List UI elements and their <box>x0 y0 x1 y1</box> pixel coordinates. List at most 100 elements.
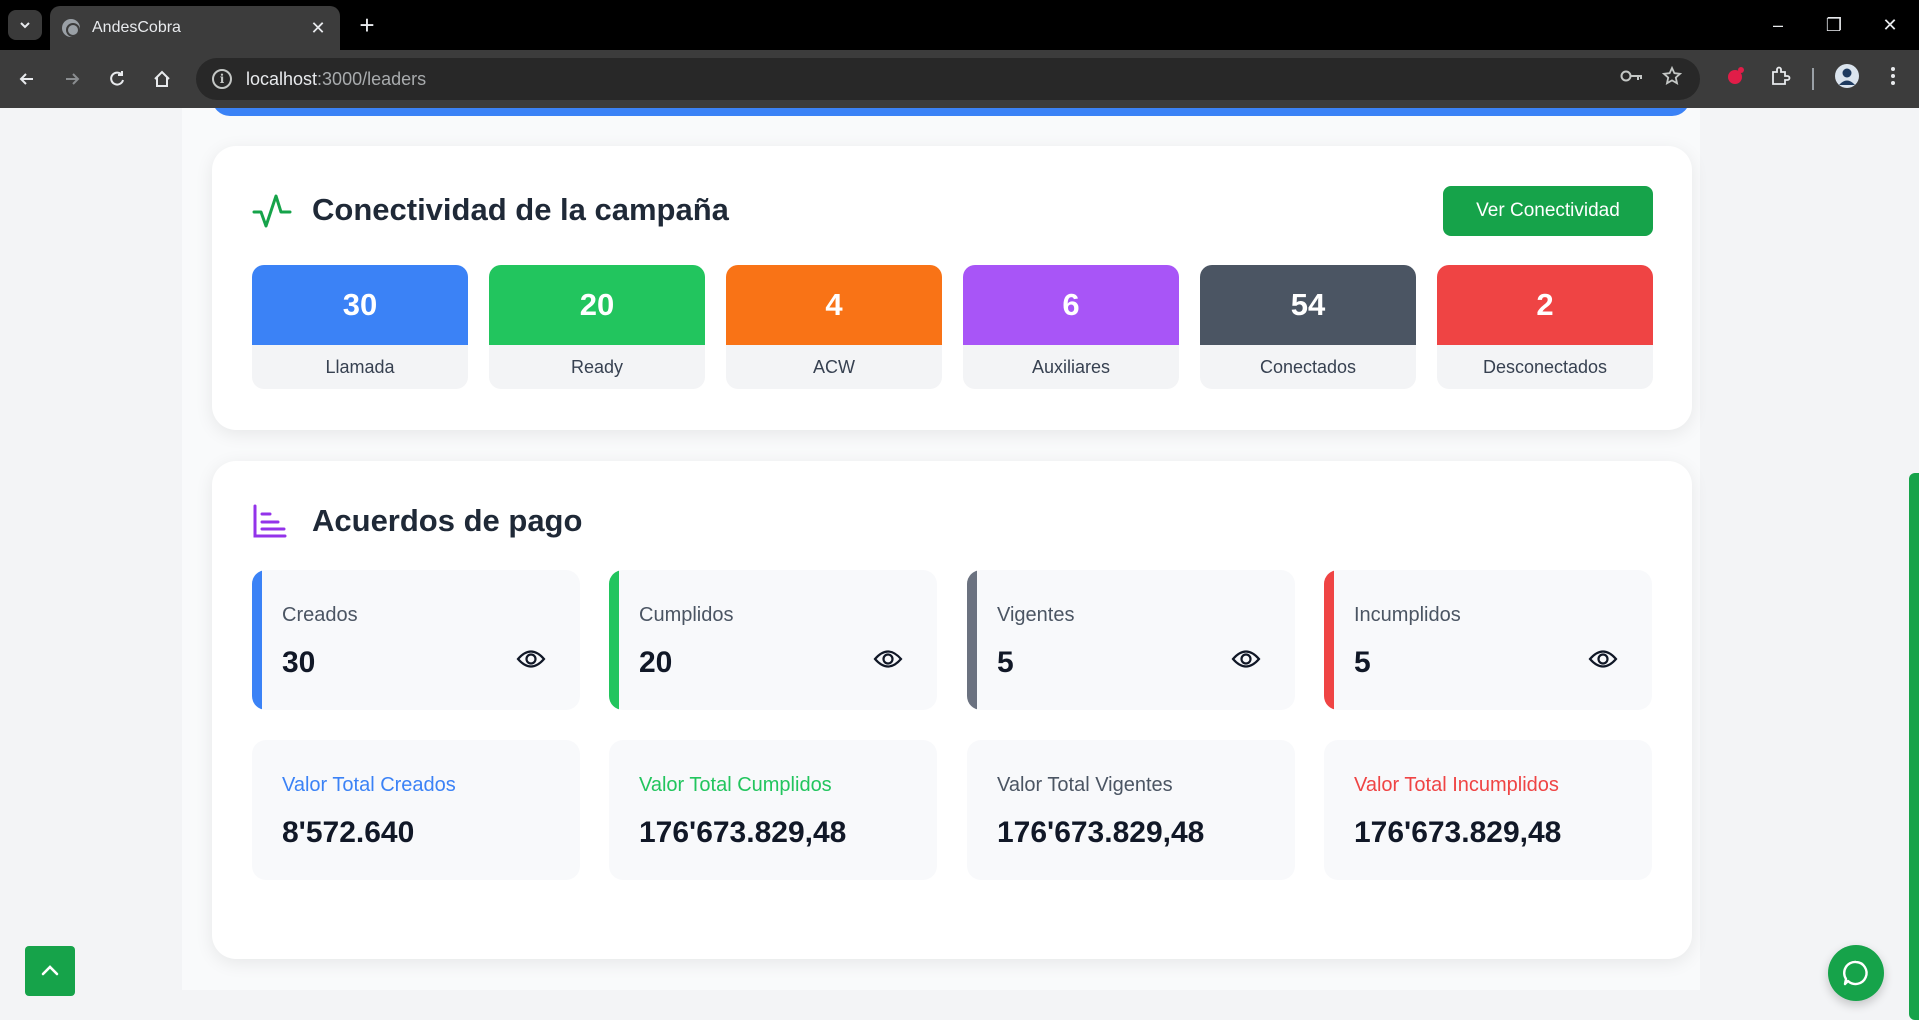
agreement-card-creados: Creados 30 <box>252 570 580 710</box>
new-tab-button[interactable]: + <box>352 10 382 40</box>
chat-bubble-icon <box>1843 960 1868 986</box>
browser-toolbar: i localhost:3000/leaders <box>0 50 1919 108</box>
stat-label: Desconectados <box>1482 356 1608 377</box>
total-value: 8'572.640 <box>282 816 415 849</box>
address-bar[interactable]: i localhost:3000/leaders <box>196 58 1700 100</box>
total-card-cumplidos: Valor Total Cumplidos 176'673.829,48 <box>609 740 937 880</box>
agreement-label: Cumplidos <box>639 604 734 626</box>
extension-record-icon <box>1728 67 1744 84</box>
reload-button[interactable] <box>102 64 132 94</box>
accent-bar <box>609 570 619 710</box>
stat-value: 2 <box>1437 265 1653 345</box>
star-icon <box>1662 66 1682 85</box>
extensions-menu-button[interactable] <box>1765 61 1795 91</box>
password-key-button[interactable] <box>1617 61 1647 91</box>
chat-button[interactable] <box>1828 945 1884 1001</box>
scroll-to-top-button[interactable] <box>25 946 75 996</box>
page-scrollbar[interactable] <box>1909 473 1919 1020</box>
accent-bar <box>252 570 262 710</box>
stat-label: Ready <box>570 356 624 377</box>
stat-label: Llamada <box>325 356 395 377</box>
total-label: Valor Total Creados <box>282 774 456 796</box>
home-icon <box>154 70 170 87</box>
chevron-down-icon <box>20 22 30 29</box>
close-window-button[interactable]: ✕ <box>1870 10 1910 40</box>
browser-tab[interactable]: AndesCobra ✕ <box>50 6 340 50</box>
header-banner-edge <box>212 108 1690 116</box>
stat-value: 20 <box>489 265 705 345</box>
total-value: 176'673.829,48 <box>1354 816 1562 849</box>
home-button[interactable] <box>147 64 177 94</box>
payment-agreements-card: Acuerdos de pago Creados 30 Cumplidos 20… <box>212 461 1692 959</box>
stat-value: 4 <box>726 265 942 345</box>
agreement-card-incumplidos: Incumplidos 5 <box>1324 570 1652 710</box>
tab-close-button[interactable]: ✕ <box>308 18 328 39</box>
key-icon <box>1620 70 1642 82</box>
tab-search-button[interactable] <box>8 10 42 40</box>
total-card-vigentes: Valor Total Vigentes 176'673.829,48 <box>967 740 1295 880</box>
agreement-value: 5 <box>1354 646 1371 679</box>
bar-chart-icon <box>253 504 287 538</box>
bookmark-button[interactable] <box>1657 61 1687 91</box>
stat-card-desconectados: 2 Desconectados <box>1437 265 1653 389</box>
connectivity-card: Conectividad de la campaña Ver Conectivi… <box>212 146 1692 430</box>
extension-button[interactable] <box>1720 61 1750 91</box>
restore-button[interactable]: ❐ <box>1814 10 1854 40</box>
accent-bar <box>967 570 977 710</box>
agreement-label: Vigentes <box>997 604 1075 626</box>
total-value: 176'673.829,48 <box>997 816 1205 849</box>
eye-icon[interactable] <box>1588 648 1618 670</box>
agreement-card-cumplidos: Cumplidos 20 <box>609 570 937 710</box>
stat-value: 6 <box>963 265 1179 345</box>
stat-card-conectados: 54 Conectados <box>1200 265 1416 389</box>
browser-menu-button[interactable] <box>1878 61 1908 91</box>
puzzle-icon <box>1772 66 1791 85</box>
total-label: Valor Total Vigentes <box>997 774 1173 796</box>
total-card-creados: Valor Total Creados 8'572.640 <box>252 740 580 880</box>
stat-card-acw: 4 ACW <box>726 265 942 389</box>
agreements-title: Acuerdos de pago <box>312 503 583 538</box>
agreement-label: Incumplidos <box>1354 604 1461 626</box>
stat-value: 54 <box>1200 265 1416 345</box>
minimize-button[interactable]: – <box>1758 10 1798 40</box>
agreement-card-vigentes: Vigentes 5 <box>967 570 1295 710</box>
stat-label: Conectados <box>1259 356 1357 377</box>
total-card-incumplidos: Valor Total Incumplidos 176'673.829,48 <box>1324 740 1652 880</box>
toolbar-divider <box>1812 68 1814 90</box>
forward-button[interactable] <box>57 64 87 94</box>
connectivity-title: Conectividad de la campaña <box>312 192 729 227</box>
browser-titlebar: AndesCobra ✕ + – ❐ ✕ <box>0 0 1919 50</box>
kebab-menu-icon <box>1891 67 1895 85</box>
agreement-value: 30 <box>282 646 316 679</box>
agreement-label: Creados <box>282 604 358 626</box>
tab-title: AndesCobra <box>92 19 181 36</box>
avatar <box>1835 64 1859 88</box>
globe-icon <box>62 19 80 37</box>
stat-value: 30 <box>252 265 468 345</box>
arrow-left-icon <box>19 73 33 85</box>
activity-icon <box>252 194 292 228</box>
view-connectivity-button[interactable]: Ver Conectividad <box>1443 186 1653 236</box>
agreement-value: 5 <box>997 646 1014 679</box>
eye-icon[interactable] <box>873 648 903 670</box>
chevron-up-icon <box>41 965 59 976</box>
total-label: Valor Total Incumplidos <box>1354 774 1559 796</box>
accent-bar <box>1324 570 1334 710</box>
agreement-value: 20 <box>639 646 673 679</box>
profile-button[interactable] <box>1832 61 1862 91</box>
eye-icon[interactable] <box>1231 648 1261 670</box>
eye-icon[interactable] <box>516 648 546 670</box>
page-viewport: Conectividad de la campaña Ver Conectivi… <box>0 108 1919 1020</box>
back-button[interactable] <box>12 64 42 94</box>
address-url: localhost:3000/leaders <box>246 68 427 89</box>
stat-label: Auxiliares <box>1031 356 1111 377</box>
stat-card-llamada: 30 Llamada <box>252 265 468 389</box>
total-label: Valor Total Cumplidos <box>639 774 832 796</box>
arrow-right-icon <box>66 73 80 85</box>
reload-icon <box>110 71 124 86</box>
stat-card-auxiliares: 6 Auxiliares <box>963 265 1179 389</box>
stat-label: ACW <box>813 356 855 377</box>
total-value: 176'673.829,48 <box>639 816 847 849</box>
stat-card-ready: 20 Ready <box>489 265 705 389</box>
info-icon[interactable]: i <box>212 69 232 89</box>
